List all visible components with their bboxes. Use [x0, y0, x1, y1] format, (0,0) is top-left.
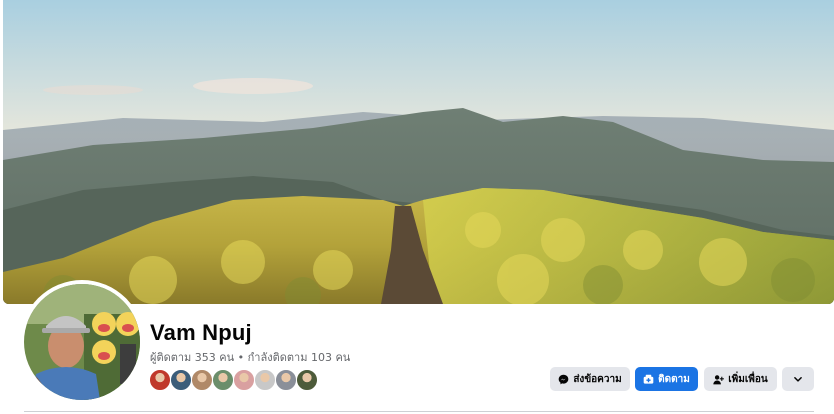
friend-avatar[interactable]	[233, 369, 255, 391]
message-button[interactable]: ส่งข้อความ	[550, 367, 630, 391]
profile-divider	[24, 411, 814, 412]
cover-photo[interactable]	[3, 0, 834, 304]
messenger-icon	[559, 374, 569, 384]
add-friend-icon	[713, 374, 725, 384]
friend-avatar[interactable]	[275, 369, 297, 391]
friend-avatar[interactable]	[212, 369, 234, 391]
friend-avatar[interactable]	[191, 369, 213, 391]
message-button-label: ส่งข้อความ	[573, 373, 622, 385]
friend-avatar[interactable]	[296, 369, 318, 391]
profile-avatar[interactable]	[24, 284, 140, 400]
follow-button[interactable]: ติดตาม	[635, 367, 698, 391]
avatar-image	[24, 284, 140, 400]
friend-avatar[interactable]	[170, 369, 192, 391]
friend-avatar[interactable]	[149, 369, 171, 391]
follow-button-label: ติดตาม	[658, 373, 690, 385]
cover-image	[3, 0, 834, 304]
add-friend-button[interactable]: เพิ่มเพื่อน	[704, 367, 777, 391]
chevron-down-icon	[794, 377, 802, 382]
add-friend-button-label: เพิ่มเพื่อน	[728, 373, 768, 385]
follower-stats[interactable]: ผู้ติดตาม 353 คน • กำลังติดตาม 103 คน	[150, 348, 350, 366]
more-options-button[interactable]	[782, 367, 814, 391]
mutual-friends-avatars	[149, 369, 318, 391]
profile-name: Vam Npuj	[150, 320, 252, 345]
follow-icon	[643, 374, 654, 384]
friend-avatar[interactable]	[254, 369, 276, 391]
